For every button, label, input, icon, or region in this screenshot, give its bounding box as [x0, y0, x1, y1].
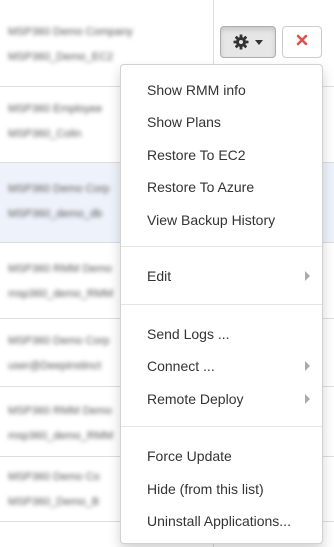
menu-item-force-update[interactable]: Force Update: [121, 443, 322, 469]
menu-item-edit[interactable]: Edit: [121, 263, 322, 289]
menu-item-view-backup-history[interactable]: View Backup History: [121, 207, 322, 233]
menu-item-label: Remote Deploy: [147, 391, 244, 407]
menu-item-send-logs[interactable]: Send Logs ...: [121, 321, 322, 347]
delete-button[interactable]: [282, 26, 322, 58]
caret-down-icon: [255, 39, 263, 45]
menu-item-restore-to-azure[interactable]: Restore To Azure: [121, 174, 322, 200]
menu-item-label: Send Logs ...: [147, 326, 230, 342]
row-company-name: MSP360 Demo Company: [8, 26, 133, 38]
menu-item-restore-to-ec2[interactable]: Restore To EC2: [121, 142, 322, 168]
chevron-right-icon: [305, 271, 310, 281]
menu-item-label: Force Update: [147, 448, 232, 464]
menu-item-label: View Backup History: [147, 212, 276, 228]
gear-icon: [233, 34, 249, 50]
actions-dropdown-menu: Show RMM info Show Plans Restore To EC2 …: [120, 64, 323, 544]
close-icon: [296, 33, 308, 51]
menu-item-connect[interactable]: Connect ...: [121, 353, 322, 379]
chevron-right-icon: [305, 361, 310, 371]
chevron-right-icon: [305, 394, 310, 404]
menu-item-label: Connect ...: [147, 358, 215, 374]
menu-item-remote-deploy[interactable]: Remote Deploy: [121, 386, 322, 412]
menu-item-label: Hide (from this list): [147, 481, 264, 497]
menu-item-label: Edit: [147, 268, 172, 284]
menu-item-show-rmm-info[interactable]: Show RMM info: [121, 77, 322, 103]
menu-item-label: Restore To Azure: [147, 179, 255, 195]
settings-dropdown-button[interactable]: [220, 26, 276, 58]
menu-item-label: Restore To EC2: [147, 147, 246, 163]
menu-item-uninstall-applications[interactable]: Uninstall Applications...: [121, 508, 322, 534]
menu-item-label: Uninstall Applications...: [147, 513, 291, 529]
menu-item-hide-from-list[interactable]: Hide (from this list): [121, 476, 322, 502]
menu-item-show-plans[interactable]: Show Plans: [121, 109, 322, 135]
menu-divider: [121, 246, 322, 247]
menu-divider: [121, 426, 322, 427]
menu-item-label: Show Plans: [147, 114, 221, 130]
menu-divider: [121, 304, 322, 305]
row-computer-name: MSP360_Demo_EC2: [8, 51, 114, 63]
menu-item-label: Show RMM info: [147, 82, 246, 98]
